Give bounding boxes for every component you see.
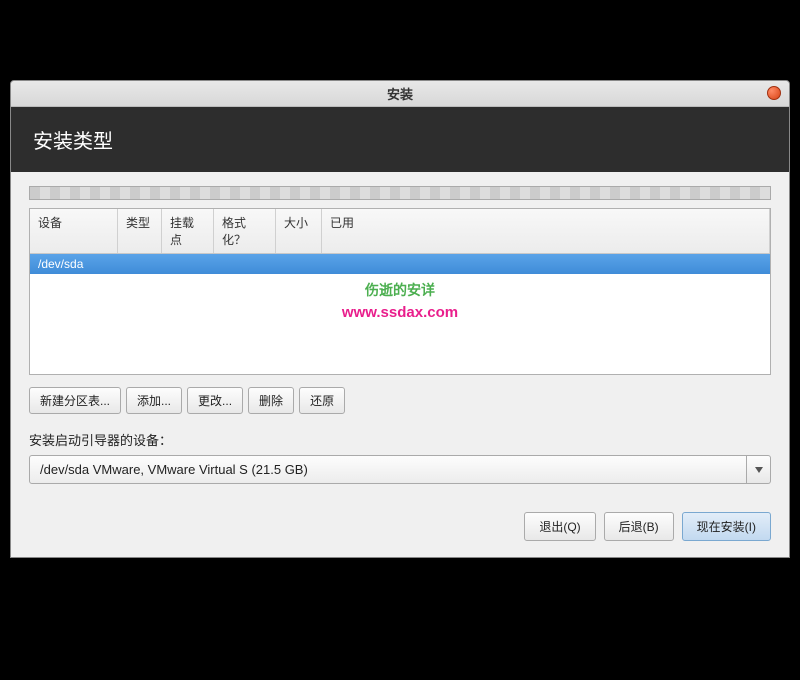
add-button[interactable]: 添加... [126,387,182,414]
row-device: /dev/sda [38,257,83,271]
col-mount[interactable]: 挂载点 [162,209,214,253]
titlebar: 安装 [11,81,789,107]
new-partition-table-button[interactable]: 新建分区表... [29,387,121,414]
change-button[interactable]: 更改... [187,387,243,414]
col-size[interactable]: 大小 [276,209,322,253]
col-used[interactable]: 已用 [322,209,770,253]
installer-window: 安装 安装类型 设备 类型 挂载点 格式化？ 大小 已用 /dev/sda 伤逝… [10,80,790,558]
table-row[interactable]: /dev/sda [30,254,770,274]
watermark: 伤逝的安详 www.ssdax.com [30,280,770,321]
install-now-button[interactable]: 现在安装(I) [682,512,771,541]
bootloader-selected: /dev/sda VMware, VMware Virtual S (21.5 … [29,455,747,484]
footer-buttons: 退出(Q) 后退(B) 现在安装(I) [29,512,771,541]
partition-buttons: 新建分区表... 添加... 更改... 删除 还原 [29,387,771,414]
partition-table: 设备 类型 挂载点 格式化？ 大小 已用 /dev/sda 伤逝的安详 www.… [29,208,771,375]
col-device[interactable]: 设备 [30,209,118,253]
watermark-line2: www.ssdax.com [30,304,770,321]
table-body: /dev/sda 伤逝的安详 www.ssdax.com [30,254,770,374]
bootloader-dropdown[interactable]: /dev/sda VMware, VMware Virtual S (21.5 … [29,455,771,484]
bootloader-label: 安装启动引导器的设备： [29,430,771,449]
quit-button[interactable]: 退出(Q) [524,512,595,541]
close-icon[interactable] [767,86,781,100]
table-header: 设备 类型 挂载点 格式化？ 大小 已用 [30,209,770,254]
watermark-line1: 伤逝的安详 [30,280,770,300]
back-button[interactable]: 后退(B) [604,512,674,541]
window-title: 安装 [387,84,413,103]
delete-button[interactable]: 删除 [248,387,294,414]
revert-button[interactable]: 还原 [299,387,345,414]
disk-usage-bar[interactable] [29,186,771,200]
page-header: 安装类型 [11,107,789,172]
col-format[interactable]: 格式化？ [214,209,276,253]
col-type[interactable]: 类型 [118,209,162,253]
page-title: 安装类型 [33,131,113,153]
content-area: 设备 类型 挂载点 格式化？ 大小 已用 /dev/sda 伤逝的安详 www.… [11,172,789,557]
chevron-down-icon[interactable] [747,455,771,484]
